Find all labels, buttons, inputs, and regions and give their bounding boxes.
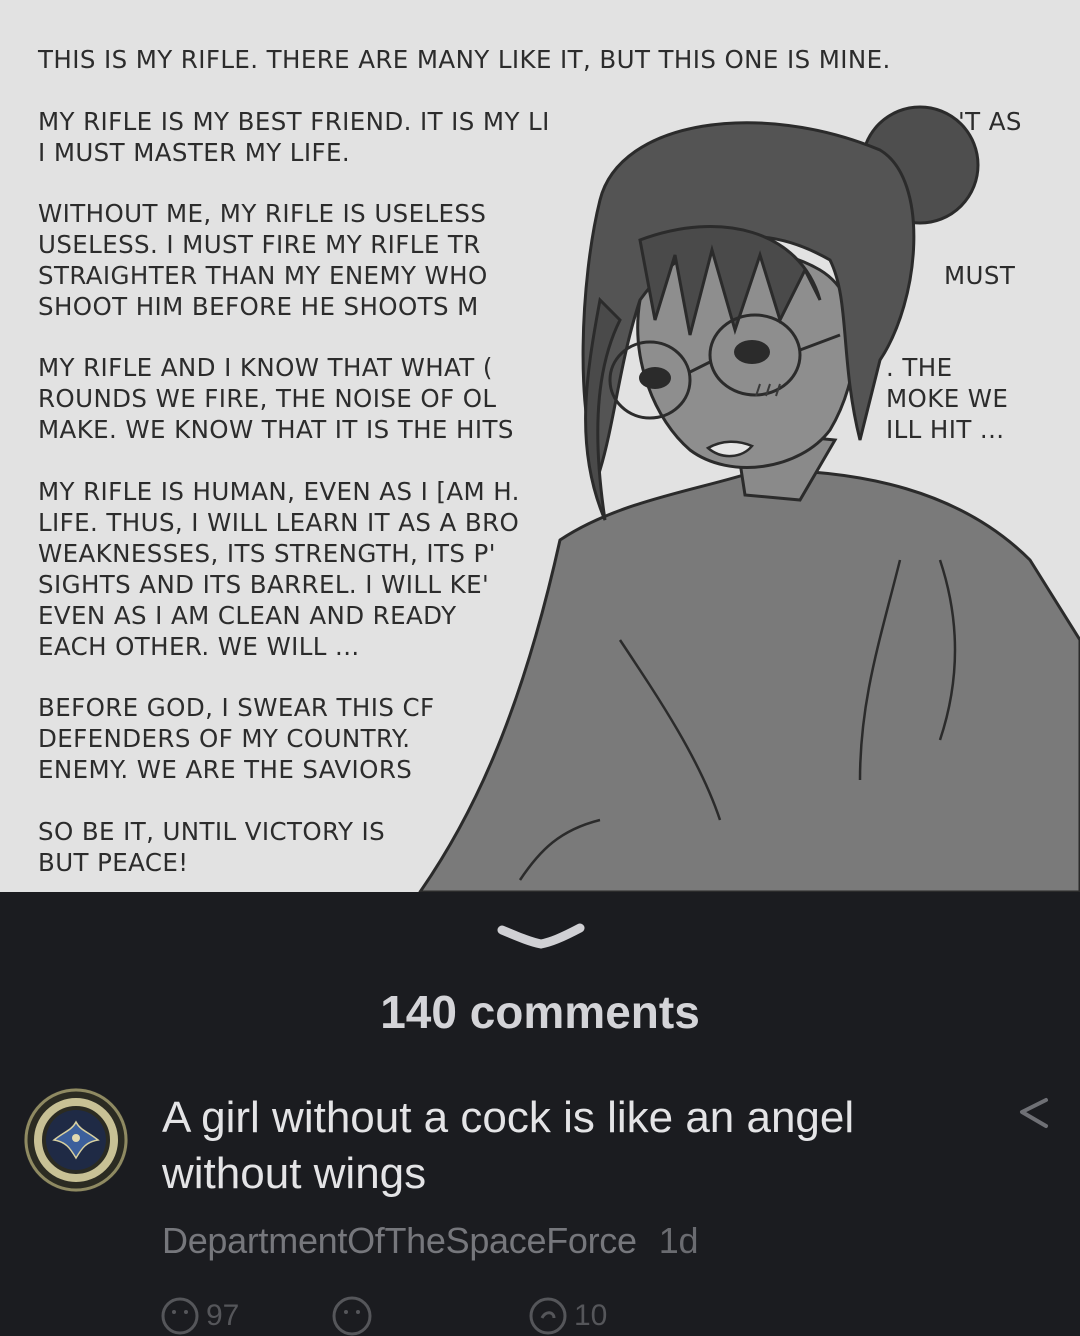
share-icon[interactable] bbox=[1014, 1094, 1054, 1134]
reply-button[interactable]: 10 bbox=[528, 1296, 607, 1336]
frown-icon bbox=[332, 1296, 372, 1336]
comment-count: 140 comments bbox=[380, 986, 700, 1038]
smile-icon bbox=[161, 1297, 199, 1335]
reply-count: 10 bbox=[574, 1299, 608, 1332]
upvote-count: 97 bbox=[206, 1299, 240, 1332]
chevron-down-icon[interactable] bbox=[496, 920, 586, 956]
space-force-seal-icon bbox=[24, 1088, 128, 1192]
avatar[interactable] bbox=[24, 1088, 128, 1192]
comment-text: A girl without a cock is like an angel w… bbox=[162, 1093, 855, 1198]
comment-screen: THIS IS MY RIFLE. THERE ARE MANY LIKE IT… bbox=[0, 0, 1080, 1336]
post-image[interactable]: THIS IS MY RIFLE. THERE ARE MANY LIKE IT… bbox=[0, 0, 1080, 892]
comment-age: 1d bbox=[658, 1220, 699, 1261]
downvote-button[interactable] bbox=[330, 1296, 374, 1336]
comment-author[interactable]: DepartmentOfTheSpaceForce bbox=[162, 1220, 637, 1261]
upvote-button[interactable]: 97 bbox=[160, 1296, 239, 1336]
anime-girl-illustration bbox=[418, 105, 1080, 892]
comment-meta: DepartmentOfTheSpaceForce 1d bbox=[162, 1220, 698, 1262]
reply-icon bbox=[529, 1297, 567, 1335]
